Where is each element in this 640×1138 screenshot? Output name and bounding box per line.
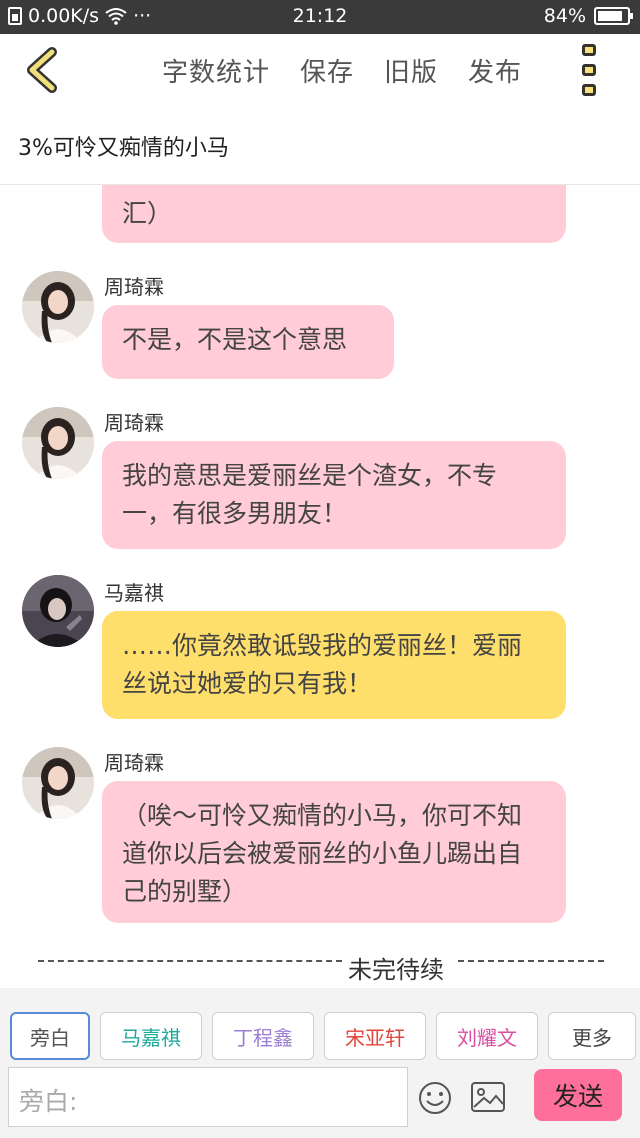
- message-bubble[interactable]: 汇）: [102, 185, 566, 243]
- message-input[interactable]: 旁白:: [8, 1067, 408, 1127]
- avatar[interactable]: [22, 271, 94, 343]
- role-narrator-button[interactable]: 旁白: [10, 1012, 90, 1060]
- avatar[interactable]: [22, 575, 94, 647]
- publish-button[interactable]: 发布: [468, 52, 522, 89]
- role-selector: 旁白 马嘉祺 丁程鑫 宋亚轩 刘耀文 更多: [10, 1012, 636, 1060]
- emoji-icon[interactable]: [418, 1081, 452, 1115]
- message-bubble[interactable]: 不是，不是这个意思: [102, 305, 394, 379]
- old-version-button[interactable]: 旧版: [384, 52, 438, 89]
- speaker-name: 周琦霖: [104, 275, 164, 299]
- image-icon[interactable]: [470, 1081, 506, 1113]
- message-text: 汇）: [122, 199, 173, 228]
- role-label: 旁白: [30, 1025, 70, 1050]
- to-be-continued-divider: 未完待续: [38, 950, 604, 986]
- message-bubble[interactable]: （唉～可怜又痴情的小马，你可不知道你以后会被爱丽丝的小鱼儿踢出自己的别墅）: [102, 781, 566, 923]
- to-be-continued-label: 未完待续: [348, 956, 444, 984]
- role-label: 更多: [572, 1025, 612, 1050]
- speaker-name: 周琦霖: [104, 411, 164, 435]
- send-button[interactable]: 发送: [534, 1069, 622, 1121]
- status-bar: 0.00K/s ··· 21:12 84%: [0, 0, 640, 34]
- message-text: 不是，不是这个意思: [122, 325, 348, 354]
- input-placeholder: 旁白:: [19, 1087, 78, 1116]
- message-bubble[interactable]: ……你竟然敢诋毁我的爱丽丝！爱丽丝说过她爱的只有我！: [102, 611, 566, 719]
- battery-icon: [594, 7, 633, 25]
- document-title: 3%可怜又痴情的小马: [18, 136, 229, 161]
- message-bubble[interactable]: 我的意思是爱丽丝是个渣女，不专一，有很多男朋友！: [102, 441, 566, 549]
- send-label: 发送: [552, 1082, 603, 1111]
- avatar[interactable]: [22, 747, 94, 819]
- role-ding-chengxin-button[interactable]: 丁程鑫: [212, 1012, 314, 1060]
- more-roles-button[interactable]: 更多: [548, 1012, 636, 1060]
- role-song-yaxuan-button[interactable]: 宋亚轩: [324, 1012, 426, 1060]
- role-label: 丁程鑫: [233, 1025, 293, 1050]
- role-liu-yaowen-button[interactable]: 刘耀文: [436, 1012, 538, 1060]
- role-label: 马嘉祺: [121, 1025, 181, 1050]
- chat-area[interactable]: 汇） 周琦霖 不是，不是这个意思 周琦霖 我的意思是爱丽丝是个渣女，不专一，有很…: [0, 185, 640, 985]
- composer-panel: 旁白 马嘉祺 丁程鑫 宋亚轩 刘耀文 更多 旁白: 发送: [0, 988, 640, 1138]
- role-label: 刘耀文: [457, 1025, 517, 1050]
- role-ma-jiaqi-button[interactable]: 马嘉祺: [100, 1012, 202, 1060]
- message-text: ……你竟然敢诋毁我的爱丽丝！爱丽丝说过她爱的只有我！: [122, 631, 523, 698]
- message-text: （唉～可怜又痴情的小马，你可不知道你以后会被爱丽丝的小鱼儿踢出自己的别墅）: [122, 801, 523, 906]
- speaker-name: 周琦霖: [104, 751, 164, 775]
- word-count-button[interactable]: 字数统计: [162, 52, 270, 89]
- dashed-line: [458, 960, 604, 962]
- back-arrow-icon[interactable]: [20, 46, 66, 94]
- speaker-name: 马嘉祺: [104, 581, 164, 605]
- avatar[interactable]: [22, 407, 94, 479]
- top-menu: 字数统计 保存 旧版 发布: [162, 52, 522, 89]
- save-button[interactable]: 保存: [300, 52, 354, 89]
- battery-percent: 84%: [543, 5, 586, 27]
- role-label: 宋亚轩: [345, 1025, 405, 1050]
- top-bar: 字数统计 保存 旧版 发布: [0, 34, 640, 108]
- dashed-line: [38, 960, 342, 962]
- message-text: 我的意思是爱丽丝是个渣女，不专一，有很多男朋友！: [122, 461, 498, 528]
- more-options-icon[interactable]: [578, 44, 600, 96]
